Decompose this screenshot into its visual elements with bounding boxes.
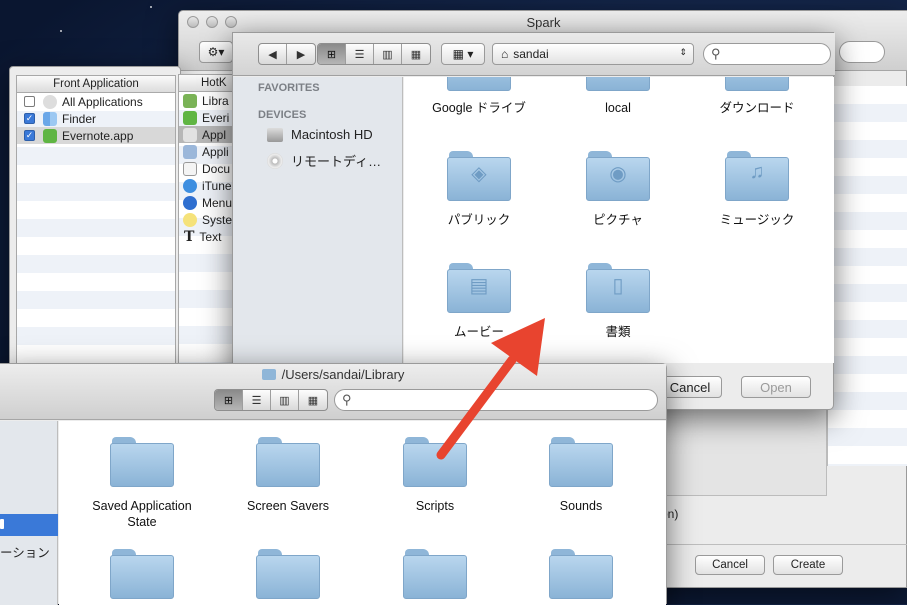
arrow-head-icon (491, 318, 545, 376)
arrow-shaft (436, 355, 517, 460)
annotation-arrow (436, 318, 545, 460)
